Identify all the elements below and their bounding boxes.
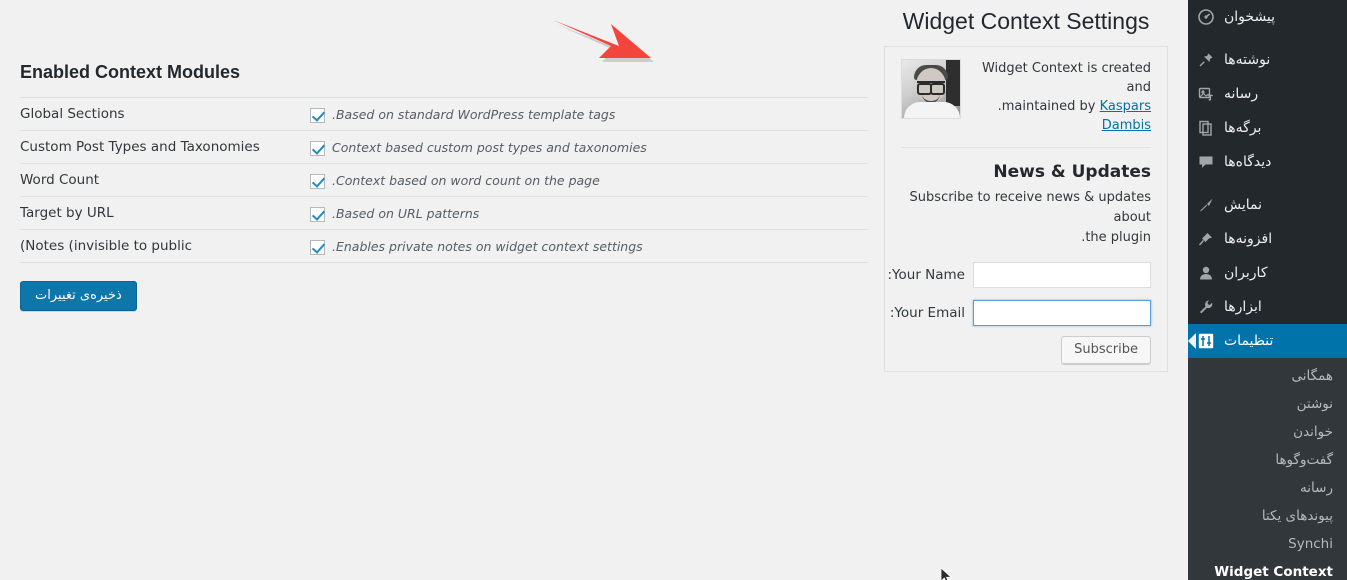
main-content: Enabled Context Modules .Based on standa… (0, 0, 1188, 580)
checkbox-custom-post-types[interactable] (310, 140, 325, 156)
module-checkbox-cell (310, 131, 332, 164)
module-checkbox-cell (310, 197, 332, 230)
module-description: .Enables private notes on widget context… (332, 238, 643, 254)
side-panel-box: Widget Context is created and .maintaine… (884, 45, 1168, 372)
submenu-item-writing[interactable]: نوشتن (1188, 390, 1347, 418)
checkbox-target-by-url[interactable] (310, 206, 325, 222)
pages-icon (1196, 118, 1216, 138)
sidebar-item-pages[interactable]: برگه‌ها (1188, 111, 1347, 145)
pin-icon (1196, 50, 1216, 70)
table-row: Context based custom post types and taxo… (20, 131, 868, 164)
your-name-input[interactable] (973, 261, 1151, 288)
page-title: Enabled Context Modules (20, 62, 241, 82)
table-row: .Enables private notes on widget context… (20, 230, 868, 263)
sidebar-item-settings[interactable]: تنظیمات (1188, 324, 1347, 358)
module-label: Word Count (20, 172, 100, 188)
your-name-label: :Your Name (887, 266, 966, 283)
plugins-icon (1196, 229, 1216, 249)
module-checkbox-cell (310, 164, 332, 197)
sidebar-item-label: رسانه (1224, 86, 1259, 102)
side-panel-title: Widget Context Settings (902, 8, 1150, 34)
save-changes-button[interactable]: ذخیره‌ی تغییرات (20, 281, 137, 311)
sidebar-item-label: کاربران (1224, 265, 1268, 281)
submenu-item-discussion[interactable]: گفت‌وگوها (1188, 446, 1347, 474)
subscribe-row: Subscribe (901, 335, 1151, 364)
subscribe-button[interactable]: Subscribe (1061, 335, 1151, 364)
checkbox-word-count[interactable] (310, 173, 325, 189)
sidebar-separator (1188, 179, 1347, 188)
module-label: Target by URL (20, 205, 114, 221)
table-row: .Based on standard WordPress template ta… (20, 98, 868, 131)
sidebar-item-label: برگه‌ها (1224, 120, 1262, 136)
table-row: .Based on URL patterns Target by URL (20, 197, 868, 230)
module-description: .Context based on word count on the page (332, 172, 600, 188)
module-checkbox-cell (310, 230, 332, 263)
module-label: Custom Post Types and Taxonomies (20, 139, 260, 155)
sidebar-item-label: تنظیمات (1224, 333, 1274, 349)
author-credit: Widget Context is created and .maintaine… (973, 59, 1151, 135)
author-line-1: Widget Context is created and (981, 60, 1151, 95)
screen-root: Enabled Context Modules .Based on standa… (0, 0, 1347, 580)
news-updates-heading: News & Updates (901, 146, 1151, 182)
cursor-icon (940, 567, 953, 580)
module-description: .Based on URL patterns (332, 205, 480, 221)
submenu-item-synchi[interactable]: Synchi (1188, 530, 1347, 558)
sidebar-item-comments[interactable]: دیدگاه‌ها (1188, 145, 1347, 179)
admin-sidebar: پیشخوان نوشته‌ها رسانه برگه‌ها دیدگ (1188, 0, 1347, 580)
checkbox-notes[interactable] (310, 239, 325, 255)
sidebar-item-dashboard[interactable]: پیشخوان (1188, 0, 1347, 34)
sidebar-item-posts[interactable]: نوشته‌ها (1188, 43, 1347, 77)
appearance-icon (1196, 195, 1216, 215)
enabled-context-modules-section: Enabled Context Modules .Based on standa… (20, 0, 868, 311)
sidebar-item-label: نوشته‌ها (1224, 52, 1271, 68)
module-label: Global Sections (20, 106, 125, 122)
your-name-field-row: :Your Name (888, 261, 1151, 288)
submenu-item-widget-context[interactable]: Widget Context (1188, 558, 1347, 580)
sidebar-separator (1188, 34, 1347, 43)
module-description: .Based on standard WordPress template ta… (332, 106, 616, 122)
dashboard-icon (1196, 7, 1216, 27)
your-email-label: :Your Email (889, 304, 965, 321)
module-label: (Notes (invisible to public (20, 238, 193, 254)
widget-context-settings-panel: Widget Context Settings Widget Context i… (884, 0, 1168, 372)
sidebar-item-label: پیشخوان (1224, 9, 1276, 25)
table-row: .Context based on word count on the page… (20, 164, 868, 197)
modules-table: .Based on standard WordPress template ta… (20, 97, 868, 263)
author-link[interactable]: Kaspars Dambis (1100, 99, 1151, 133)
your-email-field-row: :Your Email (890, 299, 1151, 326)
settings-submenu: همگانی نوشتن خواندن گفت‌وگوها رسانه پیون… (1188, 358, 1347, 580)
tools-icon (1196, 297, 1216, 317)
avatar (901, 58, 961, 119)
sidebar-item-users[interactable]: کاربران (1188, 256, 1347, 290)
sidebar-item-label: ابزارها (1224, 299, 1262, 315)
submenu-item-media[interactable]: رسانه (1188, 474, 1347, 502)
checkbox-global-sections[interactable] (310, 107, 325, 123)
news-updates-subtitle: Subscribe to receive news & updates abou… (901, 182, 1151, 262)
sidebar-item-media[interactable]: رسانه (1188, 77, 1347, 111)
news-subtitle-line-1: Subscribe to receive news & updates abou… (909, 189, 1151, 225)
author-line-2-prefix: .maintained by (997, 98, 1100, 114)
modules-table-body: .Based on standard WordPress template ta… (20, 98, 868, 263)
your-email-input[interactable] (973, 299, 1151, 326)
sidebar-item-plugins[interactable]: افزونه‌ها (1188, 222, 1347, 256)
users-icon (1196, 263, 1216, 283)
sidebar-item-label: دیدگاه‌ها (1224, 154, 1272, 170)
submit-row: ذخیره‌ی تغییرات (20, 263, 868, 311)
media-icon (1196, 84, 1216, 104)
comments-icon (1196, 152, 1216, 172)
author-row: Widget Context is created and .maintaine… (901, 58, 1151, 145)
sidebar-item-label: نمایش (1224, 197, 1263, 213)
sidebar-item-label: افزونه‌ها (1224, 231, 1273, 247)
module-description: Context based custom post types and taxo… (332, 139, 647, 155)
submenu-item-reading[interactable]: خواندن (1188, 418, 1347, 446)
module-checkbox-cell (310, 98, 332, 131)
sidebar-item-tools[interactable]: ابزارها (1188, 290, 1347, 324)
submenu-item-general[interactable]: همگانی (1188, 362, 1347, 390)
settings-icon (1196, 331, 1216, 351)
sidebar-item-appearance[interactable]: نمایش (1188, 188, 1347, 222)
news-subtitle-line-2: .the plugin (1081, 229, 1151, 245)
mouse-cursor (940, 567, 953, 580)
submenu-item-permalinks[interactable]: پیوندهای یکتا (1188, 502, 1347, 530)
